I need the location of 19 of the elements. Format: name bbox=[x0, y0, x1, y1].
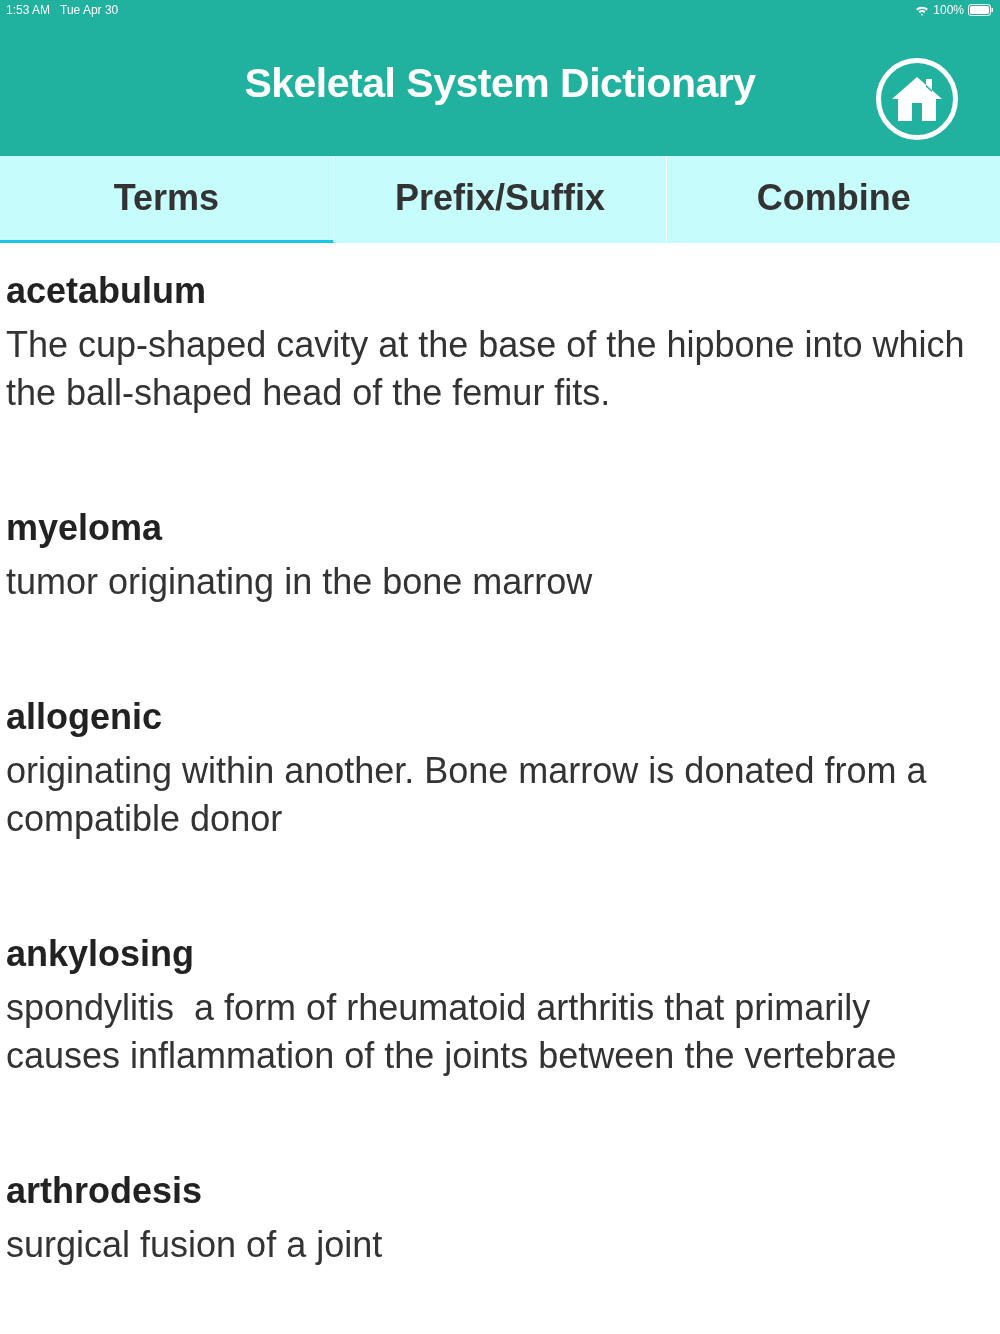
term-title: myeloma bbox=[6, 506, 164, 550]
term-title: arthrodesis bbox=[6, 1169, 204, 1213]
term-title: allogenic bbox=[6, 695, 164, 739]
tab[interactable]: Terms bbox=[0, 156, 334, 243]
app-title: Skeletal System Dictionary bbox=[244, 59, 756, 109]
status-time: 1:53 AM bbox=[6, 2, 51, 19]
status-date: Tue Apr 30 bbox=[60, 2, 119, 19]
term-definition: surgical fusion of a joint bbox=[6, 1223, 384, 1267]
term-definition: originating within another. Bone marrow is donated from a compatible donor bbox=[6, 749, 928, 841]
battery-icon bbox=[968, 4, 994, 16]
house-icon bbox=[892, 77, 942, 121]
battery-percent: 100% bbox=[933, 2, 964, 19]
term-definition: tumor originating in the bone marrow bbox=[6, 560, 594, 604]
term-definition: spondylitis a form of rheumatoid arthritis that primarily causes inflammation of the joints between the vertebrae bbox=[6, 986, 898, 1078]
term-title: ankylosing bbox=[6, 932, 196, 976]
home-button[interactable] bbox=[876, 58, 958, 140]
term-title: acetabulum bbox=[6, 269, 208, 313]
wifi-icon bbox=[915, 4, 930, 16]
term-definition: The cup-shaped cavity at the base of the hipbone into which the ball-shaped head of the femur fits. bbox=[6, 323, 966, 415]
